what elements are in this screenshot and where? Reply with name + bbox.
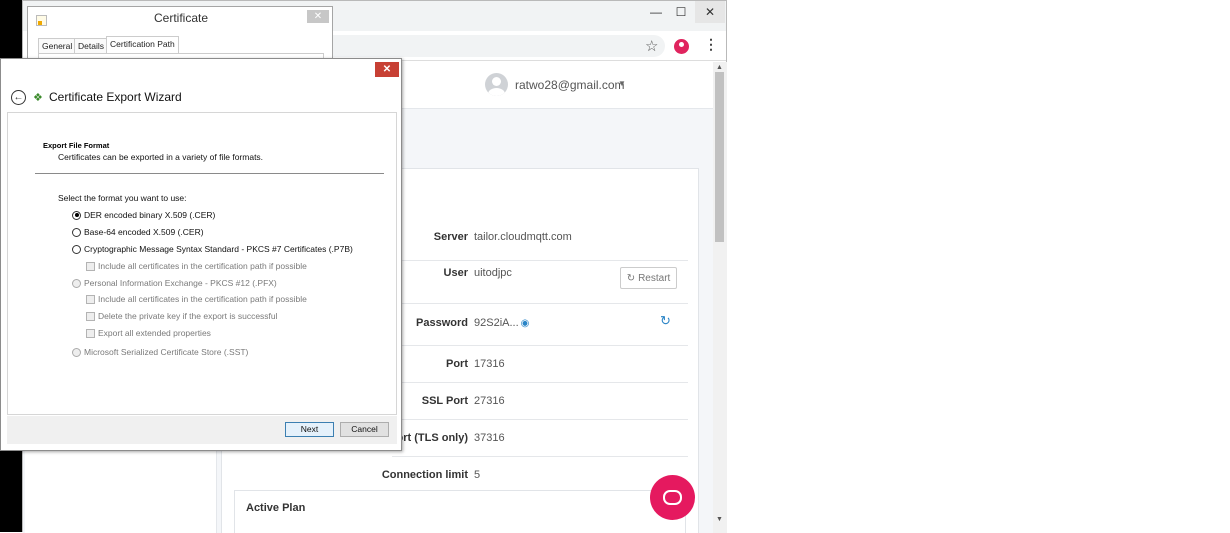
checkbox-delete-private-key: Delete the private key if the export is … xyxy=(86,311,278,321)
detail-row-ssl-port: SSL Port 27316 xyxy=(392,383,688,420)
profile-icon[interactable] xyxy=(674,39,689,54)
wizard-content: Export File Format Certificates can be e… xyxy=(7,112,397,415)
detail-value-user: uitodjpc xyxy=(474,267,512,279)
option-label: Microsoft Serialized Certificate Store (… xyxy=(84,347,249,357)
radio-button xyxy=(72,347,81,357)
user-avatar[interactable] xyxy=(485,73,508,96)
checkbox-include-all-pfx: Include all certificates in the certific… xyxy=(86,294,307,304)
detail-value-password: 92S2iA... ◉ xyxy=(474,317,529,329)
radio-button[interactable] xyxy=(72,244,81,254)
next-button[interactable]: Next xyxy=(285,422,334,437)
option-label: DER encoded binary X.509 (.CER) xyxy=(84,210,216,220)
radio-button[interactable] xyxy=(72,227,81,237)
radio-der-option[interactable]: DER encoded binary X.509 (.CER) xyxy=(72,210,215,220)
radio-base64-option[interactable]: Base-64 encoded X.509 (.CER) xyxy=(72,227,204,237)
scrollbar-thumb[interactable] xyxy=(715,72,724,242)
active-plan-card: Active Plan xyxy=(234,490,686,533)
user-email[interactable]: ratwo28@gmail.com xyxy=(515,78,625,92)
chat-bubble-icon xyxy=(663,490,682,505)
certificate-wizard-icon: ❖ xyxy=(33,92,43,104)
detail-row-server: Server tailor.cloudmqtt.com xyxy=(392,169,688,261)
wizard-close-button[interactable]: ✕ xyxy=(375,62,399,77)
cancel-button[interactable]: Cancel xyxy=(340,422,389,437)
detail-value-port: 17316 xyxy=(474,358,505,370)
detail-value-tls-port: 37316 xyxy=(474,432,505,444)
restart-button[interactable]: ↻ Restart xyxy=(620,267,677,289)
checkbox-export-extended-properties: Export all extended properties xyxy=(86,328,211,338)
radio-pfx-option: Personal Information Exchange - PKCS #12… xyxy=(72,278,277,288)
radio-button[interactable] xyxy=(72,210,81,220)
certificate-dialog: Certificate ✕ General Details Certificat… xyxy=(27,6,333,65)
scroll-down-icon[interactable]: ▼ xyxy=(716,516,723,523)
certificate-dialog-title: Certificate xyxy=(153,11,209,25)
section-description: Certificates can be exported in a variet… xyxy=(58,152,264,162)
checkbox xyxy=(86,328,95,338)
option-label: Base-64 encoded X.509 (.CER) xyxy=(84,227,204,237)
chevron-down-icon[interactable]: ▼ xyxy=(618,79,626,88)
checkbox-label: Include all certificates in the certific… xyxy=(98,261,307,271)
checkbox-label: Include all certificates in the certific… xyxy=(98,294,307,304)
maximize-button[interactable]: ☐ xyxy=(666,1,696,23)
detail-label: Connection limit xyxy=(381,469,468,481)
wizard-footer: Next Cancel xyxy=(7,416,397,444)
checkbox-include-all-p7b: Include all certificates in the certific… xyxy=(86,261,307,271)
certificate-export-wizard: ✕ ← ❖ Certificate Export Wizard Export F… xyxy=(0,58,402,451)
checkbox-label: Delete the private key if the export is … xyxy=(98,311,278,321)
detail-value-connection-limit: 5 xyxy=(474,469,481,481)
restart-label: Restart xyxy=(638,272,671,284)
detail-row-password: Password 92S2iA... ◉ xyxy=(392,304,688,346)
format-prompt: Select the format you want to use: xyxy=(58,193,187,203)
detail-row-port: Port 17316 xyxy=(392,346,688,383)
wizard-title: Certificate Export Wizard xyxy=(49,90,182,104)
radio-sst-option: Microsoft Serialized Certificate Store (… xyxy=(72,347,248,357)
option-label: Personal Information Exchange - PKCS #12… xyxy=(84,278,277,288)
page-scrollbar[interactable]: ▲ ▼ xyxy=(713,62,727,533)
radio-button xyxy=(72,278,81,288)
checkbox-label: Export all extended properties xyxy=(98,328,211,338)
address-bar[interactable] xyxy=(333,35,665,57)
refresh-password-icon[interactable]: ↻ xyxy=(660,313,671,329)
checkbox xyxy=(86,311,95,321)
bookmark-star-icon[interactable]: ☆ xyxy=(645,37,658,55)
restart-icon: ↻ xyxy=(626,272,636,284)
radio-pkcs7-option[interactable]: Cryptographic Message Syntax Standard - … xyxy=(72,244,353,254)
certificate-close-button[interactable]: ✕ xyxy=(307,10,329,23)
active-plan-title: Active Plan xyxy=(246,502,306,514)
browser-menu-icon[interactable]: ⋮ xyxy=(704,36,718,53)
scroll-up-icon[interactable]: ▲ xyxy=(716,64,723,71)
detail-row-connection-limit: Connection limit 5 xyxy=(382,457,688,494)
option-label: Cryptographic Message Syntax Standard - … xyxy=(84,244,353,254)
back-arrow-icon[interactable]: ← xyxy=(11,90,26,105)
tab-details[interactable]: Details xyxy=(74,38,108,54)
section-heading: Export File Format xyxy=(43,141,110,150)
chat-launcher-button[interactable] xyxy=(650,475,695,520)
checkbox xyxy=(86,261,95,271)
tab-certification-path[interactable]: Certification Path xyxy=(106,36,179,54)
detail-value-server: tailor.cloudmqtt.com xyxy=(474,231,572,243)
detail-row-tls-port: s Port (TLS only) 37316 xyxy=(380,420,688,457)
eye-icon[interactable]: ◉ xyxy=(521,318,530,329)
detail-value-ssl-port: 27316 xyxy=(474,395,505,407)
password-masked: 92S2iA... xyxy=(474,317,519,329)
checkbox xyxy=(86,294,95,304)
separator xyxy=(35,173,384,174)
tab-general[interactable]: General xyxy=(38,38,77,54)
close-window-button[interactable]: ✕ xyxy=(695,1,725,23)
